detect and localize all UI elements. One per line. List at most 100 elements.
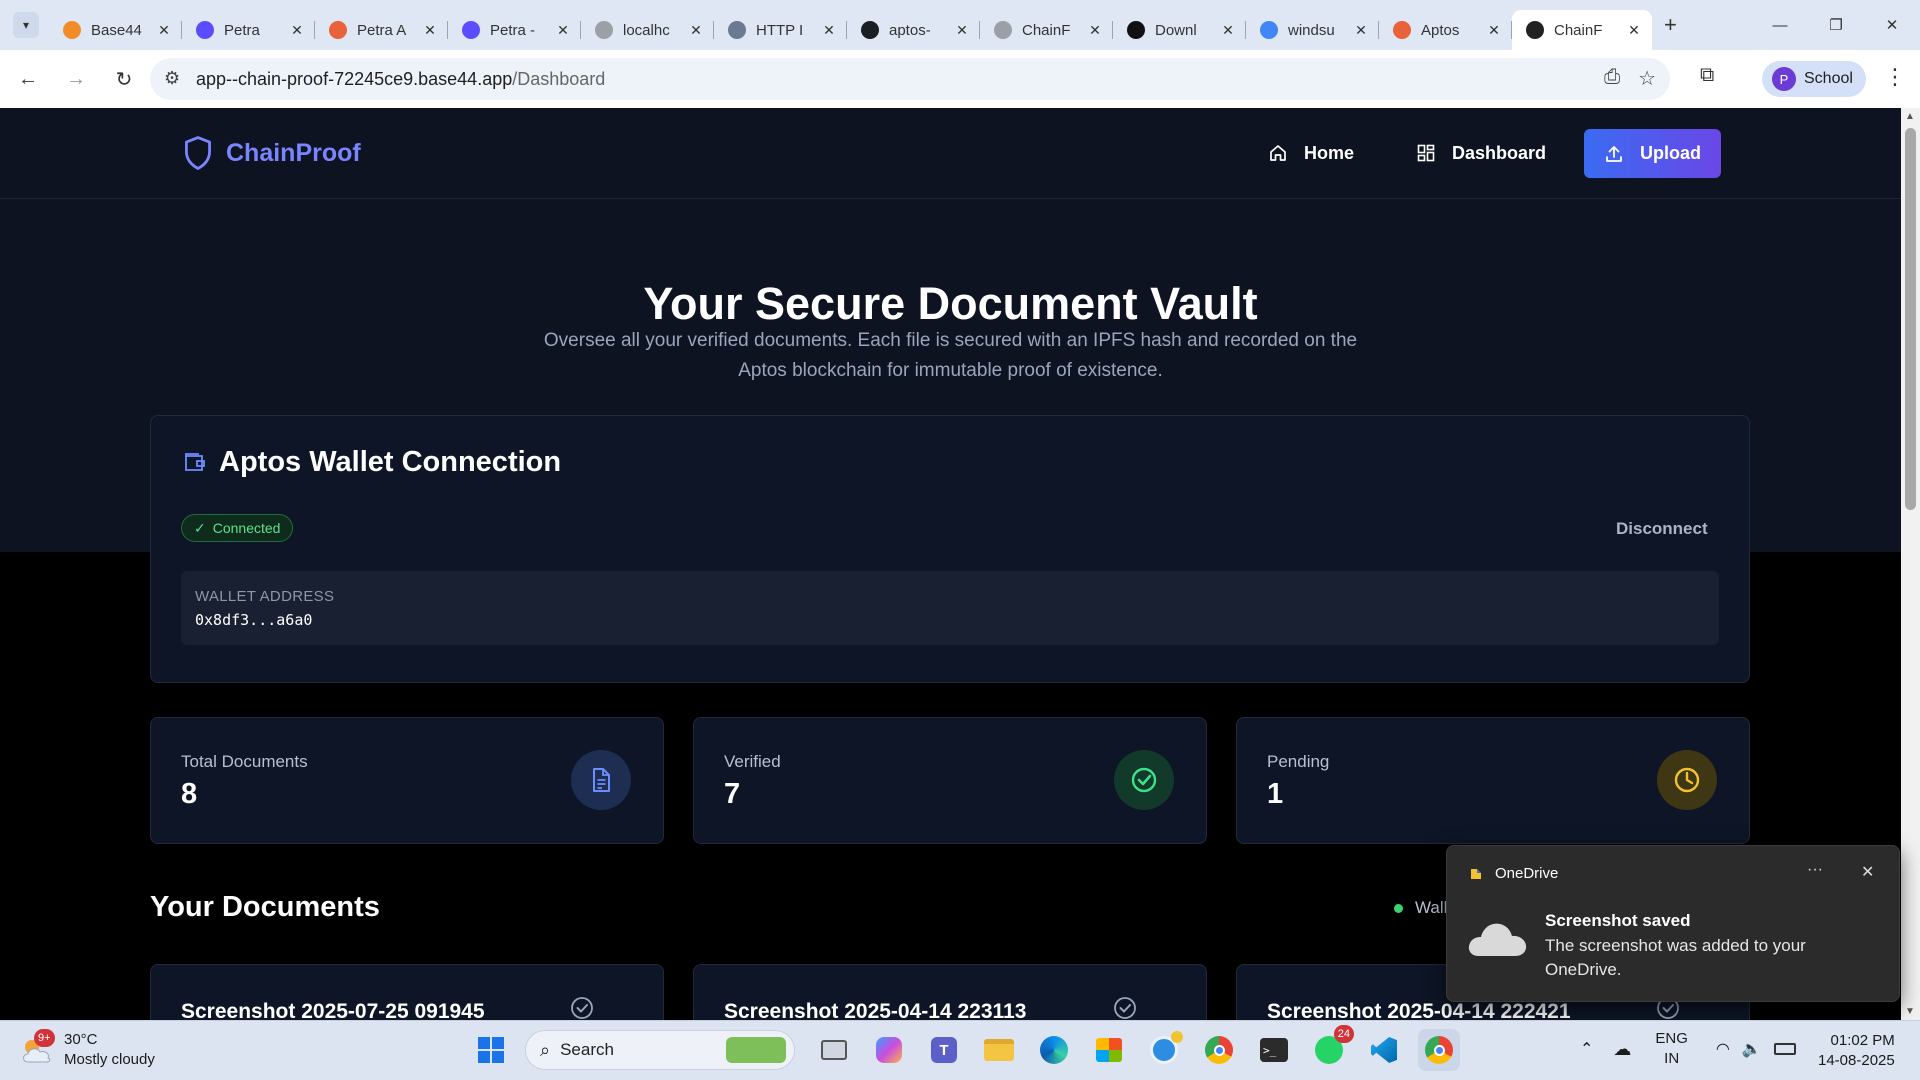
notification-heading: Screenshot saved (1545, 911, 1691, 930)
bookmark-star-icon[interactable]: ☆ (1638, 66, 1656, 91)
copilot-icon[interactable] (868, 1029, 910, 1071)
page-scrollbar[interactable]: ▲ ▼ (1901, 108, 1920, 1020)
scroll-down-arrow-icon[interactable]: ▼ (1905, 1006, 1915, 1017)
forward-button[interactable]: → (56, 59, 96, 99)
notification-close-button[interactable]: ✕ (1861, 862, 1874, 882)
scroll-up-arrow-icon[interactable]: ▲ (1905, 111, 1915, 122)
whatsapp-icon[interactable]: 24 (1308, 1025, 1354, 1071)
browser-tab[interactable]: Petra A ✕ (315, 10, 448, 50)
browser-tab[interactable]: Base44 ✕ (49, 10, 182, 50)
browser-tab[interactable]: Downl ✕ (1113, 10, 1246, 50)
browser-tab[interactable]: Petra ✕ (182, 10, 315, 50)
new-tab-button[interactable]: + (1664, 12, 1677, 38)
tray-overflow-chevron-icon[interactable]: ⌃ (1580, 1039, 1593, 1059)
wallet-legend-label: Wall (1415, 898, 1448, 917)
address-bar[interactable]: ⚙ app--chain-proof-72245ce9.base44.app/D… (150, 58, 1670, 100)
close-window-button[interactable]: ✕ (1864, 0, 1920, 50)
restore-button[interactable]: ❐ (1808, 0, 1864, 50)
safari-like-icon[interactable] (1143, 1029, 1185, 1071)
document-icon (571, 750, 631, 810)
upload-button[interactable]: Upload (1584, 129, 1721, 178)
browser-tab[interactable]: HTTP I ✕ (714, 10, 847, 50)
browser-tab[interactable]: Petra - ✕ (448, 10, 581, 50)
nav-dashboard[interactable]: Dashboard (1416, 136, 1546, 170)
browser-tab[interactable]: ChainF ✕ (1512, 10, 1652, 50)
weather-icon: 9+ (20, 1029, 55, 1065)
tab-close-icon[interactable]: ✕ (1486, 22, 1502, 39)
home-icon (1270, 145, 1286, 161)
battery-icon[interactable] (1773, 1043, 1796, 1055)
brand-logo[interactable]: ChainProof (182, 135, 361, 171)
windows-logo-icon (478, 1037, 504, 1063)
tab-close-icon[interactable]: ✕ (821, 22, 837, 39)
profile-button[interactable]: P School (1762, 61, 1866, 97)
status-badge: ✓ Connected (181, 514, 294, 542)
weather-condition: Mostly cloudy (64, 1051, 155, 1068)
tab-favicon-icon (63, 21, 81, 39)
language-code: ENG (1655, 1030, 1688, 1047)
wifi-icon[interactable]: ◠ (1716, 1039, 1730, 1059)
tab-close-icon[interactable]: ✕ (1087, 22, 1103, 39)
upload-icon (1606, 145, 1622, 162)
onedrive-tray-icon[interactable]: ☁ (1613, 1039, 1631, 1060)
document-card[interactable]: Screenshot 2025-07-25 091945 (150, 964, 664, 1020)
edge-icon[interactable] (1033, 1029, 1075, 1071)
tab-search-button[interactable]: ▾ (13, 12, 39, 38)
teams-icon[interactable]: T (923, 1029, 965, 1071)
notification-more-button[interactable]: ··· (1807, 861, 1823, 879)
chrome-profile-icon[interactable] (1418, 1029, 1460, 1071)
page-title: Your Secure Document Vault (643, 278, 1258, 329)
file-explorer-icon[interactable] (978, 1029, 1020, 1071)
nav-home[interactable]: Home (1268, 136, 1354, 170)
speaker-muted-icon[interactable]: 🔈 (1742, 1039, 1762, 1059)
extensions-icon[interactable]: ⧉ (1700, 64, 1714, 87)
site-info-icon[interactable]: ⚙ (164, 68, 180, 89)
check-icon: ✓ (194, 519, 206, 536)
tab-close-icon[interactable]: ✕ (954, 22, 970, 39)
language-indicator[interactable]: ENG IN (1655, 1029, 1688, 1069)
task-view-icon[interactable] (813, 1029, 855, 1071)
wallet-address-box: WALLET ADDRESS 0x8df3...a6a0 (181, 571, 1719, 645)
terminal-icon[interactable]: >_ (1253, 1029, 1295, 1071)
status-badge-label: Connected (212, 520, 281, 536)
stat-card: Total Documents 8 (150, 717, 664, 844)
browser-tab[interactable]: ChainF ✕ (980, 10, 1113, 50)
browser-tab[interactable]: windsu ✕ (1246, 10, 1379, 50)
temperature: 30°C (64, 1031, 98, 1048)
back-button[interactable]: ← (8, 59, 48, 99)
tab-favicon-icon (595, 21, 613, 39)
microsoft-store-icon[interactable] (1088, 1029, 1130, 1071)
onedrive-notification[interactable]: OneDrive ··· ✕ Screenshot saved The scre… (1446, 845, 1900, 1002)
chrome-icon[interactable] (1198, 1029, 1240, 1071)
shield-icon (185, 136, 211, 170)
tab-close-icon[interactable]: ✕ (1220, 22, 1236, 39)
browser-tab[interactable]: localhc ✕ (581, 10, 714, 50)
nav-home-label: Home (1304, 142, 1355, 163)
tab-close-icon[interactable]: ✕ (555, 22, 571, 39)
install-app-icon[interactable]: ⎙ (1604, 66, 1620, 91)
tab-close-icon[interactable]: ✕ (1626, 22, 1642, 39)
taskbar-search[interactable]: ⌕ Search (525, 1030, 795, 1070)
browser-tab[interactable]: Aptos ✕ (1379, 10, 1512, 50)
clock-time: 01:02 PM (1830, 1032, 1895, 1049)
tab-title: windsu (1288, 21, 1335, 39)
page-subtitle: Oversee all your verified documents. Eac… (543, 330, 1358, 381)
system-clock[interactable]: 01:02 PM 14-08-2025 (1818, 1031, 1895, 1071)
tab-close-icon[interactable]: ✕ (688, 22, 704, 39)
disconnect-button[interactable]: Disconnect (1616, 519, 1708, 539)
verified-check-icon (571, 997, 593, 1019)
tab-close-icon[interactable]: ✕ (156, 22, 172, 39)
browser-menu-icon[interactable]: ⋮ (1884, 64, 1906, 90)
tab-close-icon[interactable]: ✕ (422, 22, 438, 39)
browser-tab[interactable]: aptos- ✕ (847, 10, 980, 50)
tab-close-icon[interactable]: ✕ (1353, 22, 1369, 39)
tab-favicon-icon (994, 21, 1012, 39)
scrollbar-thumb[interactable] (1905, 128, 1916, 510)
minimize-button[interactable]: — (1752, 0, 1808, 50)
tab-close-icon[interactable]: ✕ (289, 22, 305, 39)
start-button[interactable] (470, 1029, 512, 1071)
vscode-icon[interactable] (1363, 1029, 1405, 1071)
reload-button[interactable]: ↻ (104, 59, 144, 99)
weather-widget[interactable]: 9+ 30°C Mostly cloudy (20, 1029, 155, 1070)
document-card[interactable]: Screenshot 2025-04-14 223113 (693, 964, 1207, 1020)
